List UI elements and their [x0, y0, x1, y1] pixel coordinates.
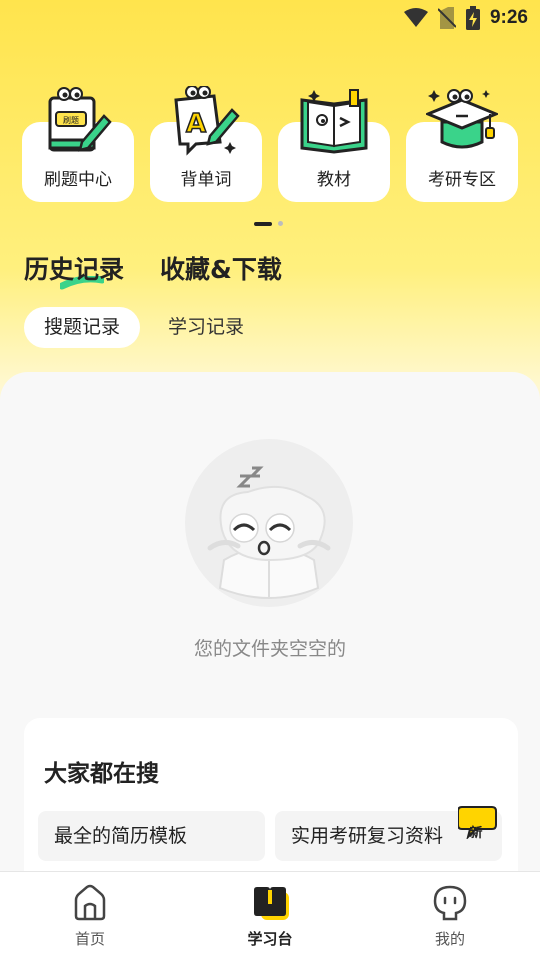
no-sim-icon — [437, 7, 456, 29]
trending-item[interactable]: 实用考研复习资料 新 — [275, 806, 502, 861]
textbook-icon — [300, 89, 368, 154]
study-desk-icon — [254, 887, 289, 920]
tab-favorites-downloads[interactable]: 收藏&下载 — [160, 250, 282, 286]
pager-dot-active — [254, 221, 272, 226]
status-time: 9:26 — [489, 7, 528, 28]
main-tabs: 历史记录 收藏&下载 — [24, 250, 282, 290]
feature-row: 刷题 刷题中心 A 背单词 教材 考研专区 — [22, 86, 518, 204]
carousel-pager — [254, 221, 283, 226]
sub-tabs: 搜题记录 学习记录 — [24, 307, 264, 348]
nav-profile-label: 我的 — [434, 930, 465, 948]
practice-badge-text: 刷题 — [63, 116, 79, 125]
battery-charging-icon — [465, 6, 480, 30]
empty-state-message: 您的文件夹空空的 — [193, 638, 346, 660]
home-icon — [74, 884, 106, 921]
new-badge-text: 新 — [469, 826, 483, 841]
svg-text:A: A — [186, 109, 206, 139]
bottom-navigation: 首页 学习台 我的 — [0, 871, 540, 960]
status-bar: 9:26 — [0, 0, 540, 36]
new-badge: 新 — [457, 805, 498, 841]
graduation-cap-icon — [426, 89, 498, 149]
feature-card-vocabulary[interactable]: A 背单词 — [150, 86, 262, 202]
feature-label: 刷题中心 — [44, 170, 112, 190]
feature-card-postgrad[interactable]: 考研专区 — [406, 89, 518, 202]
nav-home[interactable]: 首页 — [30, 884, 150, 949]
profile-icon — [433, 885, 467, 921]
nav-study-desk[interactable]: 学习台 — [210, 884, 330, 949]
tab-favorites-label: 收藏&下载 — [160, 255, 282, 284]
tab-history-label: 历史记录 — [24, 255, 125, 284]
feature-label: 考研专区 — [428, 170, 496, 190]
subtab-study-records[interactable]: 学习记录 — [148, 307, 264, 348]
wifi-icon — [403, 8, 428, 27]
pager-dot — [278, 221, 283, 226]
nav-study-desk-label: 学习台 — [247, 930, 293, 948]
nav-profile[interactable]: 我的 — [390, 884, 510, 949]
feature-label: 背单词 — [180, 170, 232, 190]
trending-title: 大家都在搜 — [44, 761, 159, 787]
tab-history[interactable]: 历史记录 — [24, 250, 125, 290]
nav-home-label: 首页 — [74, 930, 105, 948]
sleeping-mascot-illustration — [185, 439, 353, 607]
practice-sheet-icon: 刷题 — [48, 87, 112, 152]
vocabulary-icon: A — [174, 86, 240, 156]
trending-item[interactable]: 最全的简历模板 — [38, 811, 265, 861]
feature-card-practice[interactable]: 刷题 刷题中心 — [22, 87, 134, 202]
trending-item-label: 实用考研复习资料 — [291, 825, 444, 847]
feature-label: 教材 — [317, 170, 351, 190]
feature-card-textbook[interactable]: 教材 — [278, 89, 390, 202]
content-panel: 您的文件夹空空的 大家都在搜 最全的简历模板 实用考研复习资料 新 — [0, 372, 540, 918]
subtab-search-records[interactable]: 搜题记录 — [24, 307, 141, 348]
